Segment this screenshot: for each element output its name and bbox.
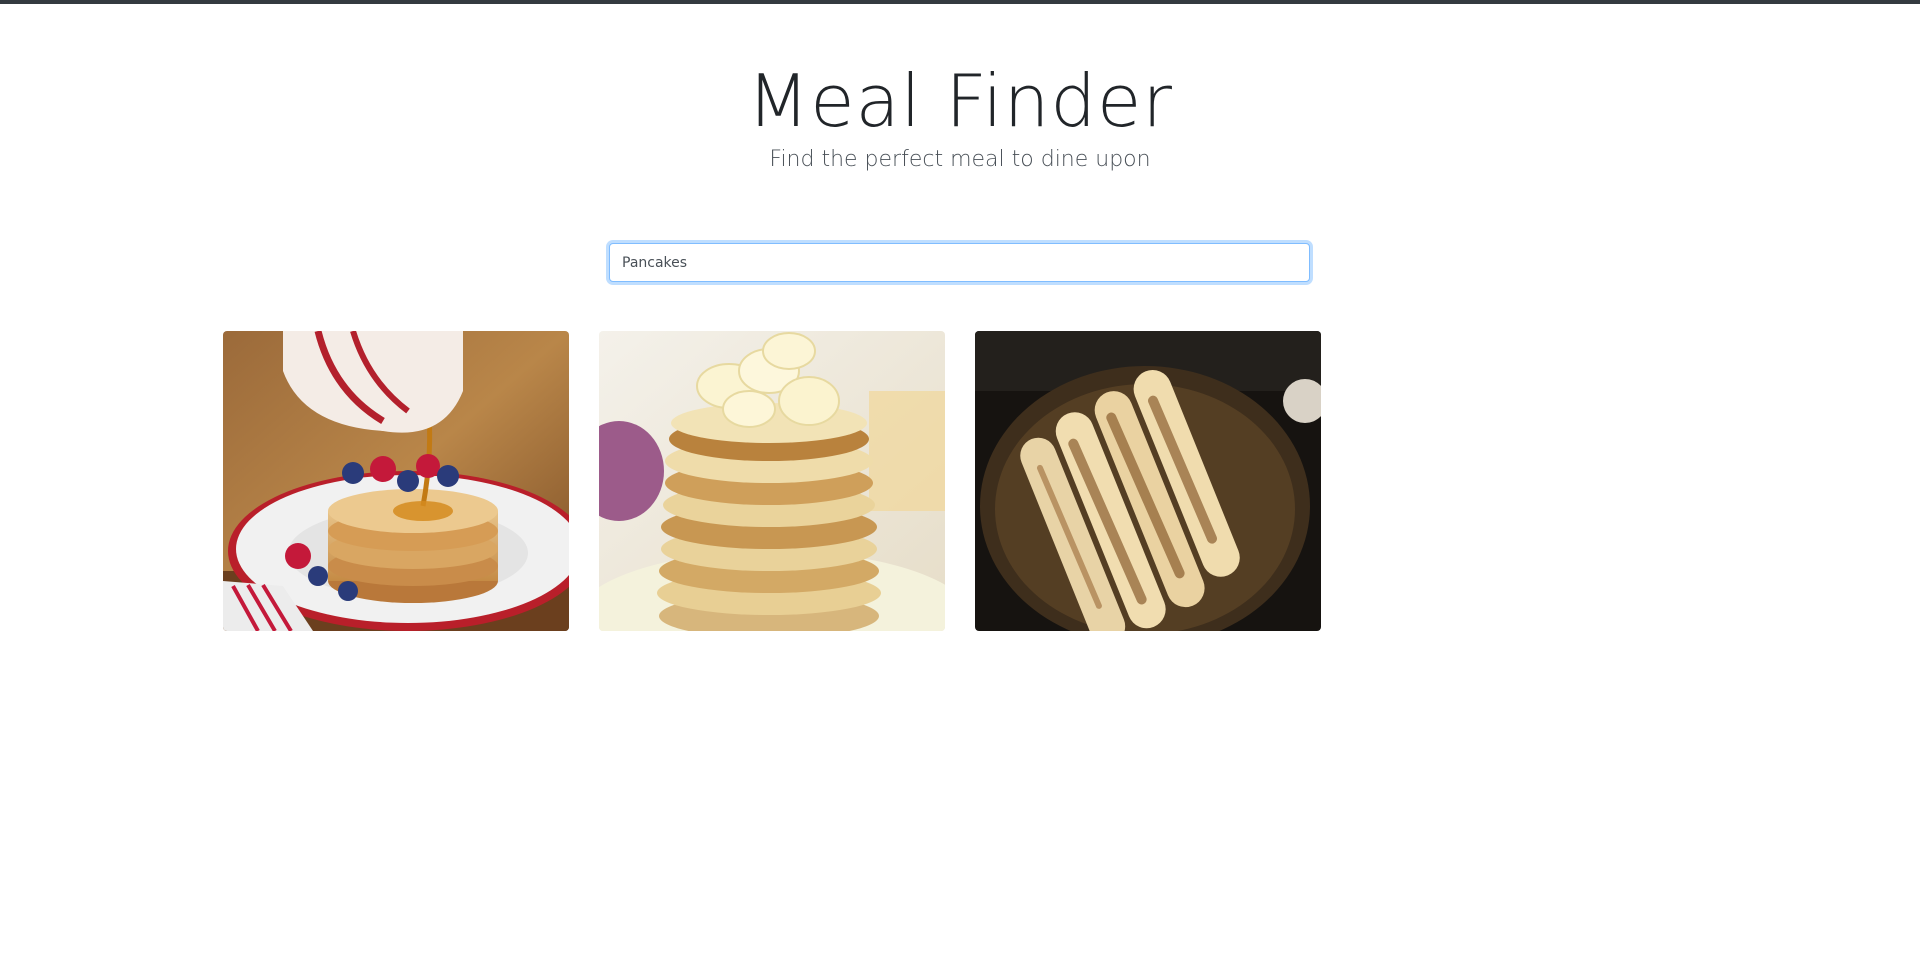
meal-image-3 bbox=[975, 331, 1321, 631]
page-subtitle: Find the perfect meal to dine upon bbox=[769, 147, 1151, 172]
meal-card-2[interactable] bbox=[599, 331, 945, 631]
page-header: Meal Finder Find the perfect meal to din… bbox=[0, 58, 1920, 174]
meal-results bbox=[223, 331, 1323, 631]
meal-card-3[interactable] bbox=[975, 331, 1321, 631]
page-title: Meal Finder bbox=[747, 59, 1173, 143]
meal-search-input[interactable] bbox=[609, 243, 1310, 282]
top-bar bbox=[0, 0, 1920, 4]
meal-image-2 bbox=[599, 331, 945, 631]
meal-card-1[interactable] bbox=[223, 331, 569, 631]
meal-image-1 bbox=[223, 331, 569, 631]
